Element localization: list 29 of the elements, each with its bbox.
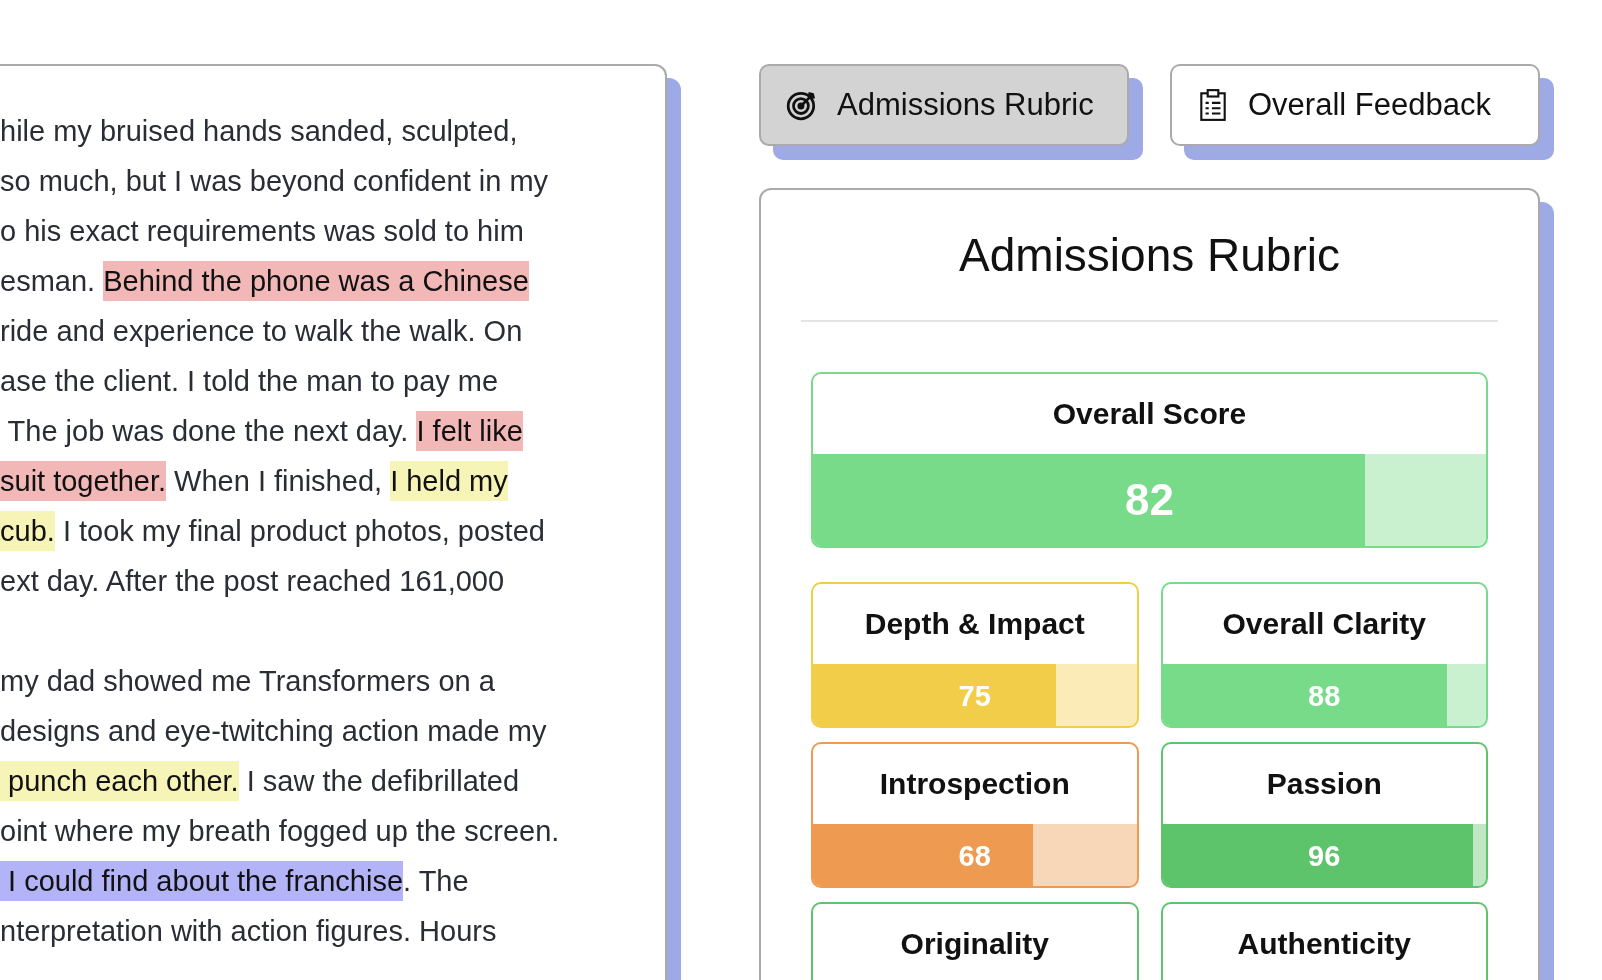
essay-line: so much, but I was beyond confident in my [0,164,549,198]
score-label: Overall Score [1051,396,1248,432]
score-label: Introspection [878,766,1071,802]
score-value: 75 [957,678,992,714]
score-value: 88 [1307,678,1342,714]
score-label: Authenticity [1236,926,1412,962]
essay-line: designs and eye-twitching action made my [0,714,547,748]
essay-line: cub. I took my final product photos, posted [0,514,545,548]
score-label: Originality [899,926,1050,962]
score-label: Overall Clarity [1221,606,1427,642]
score-label: Passion [1265,766,1383,802]
essay-line: o his exact requirements was sold to him [0,214,524,248]
essay-line: hile my bruised hands sanded, sculpted, [0,114,518,148]
score-value: 68 [957,838,992,874]
essay-line: The job was done the next day. I felt like [0,414,523,448]
essay-line: I could find about the franchise. The [0,864,469,898]
essay-line: punch each other. I saw the defibrillated [0,764,520,798]
essay-line: oint where my breath fogged up the screen. [0,814,560,848]
essay-line: suit together. When I finished, I held my [0,464,508,498]
score-label: Depth & Impact [863,606,1086,642]
rubric-title: Admissions Rubric [958,228,1341,283]
score-value: 82 [1124,474,1175,526]
essay-line: my dad showed me Transformers on a [0,664,495,698]
essay-line: esman. Behind the phone was a Chinese [0,264,529,298]
essay-line: nterpretation with action figures. Hours [0,914,497,948]
essay-line: ase the client. I told the man to pay me [0,364,499,398]
score-value: 96 [1307,838,1342,874]
essay-line: ext day. After the post reached 161,000 [0,564,505,598]
essay-line: ride and experience to walk the walk. On [0,314,523,348]
